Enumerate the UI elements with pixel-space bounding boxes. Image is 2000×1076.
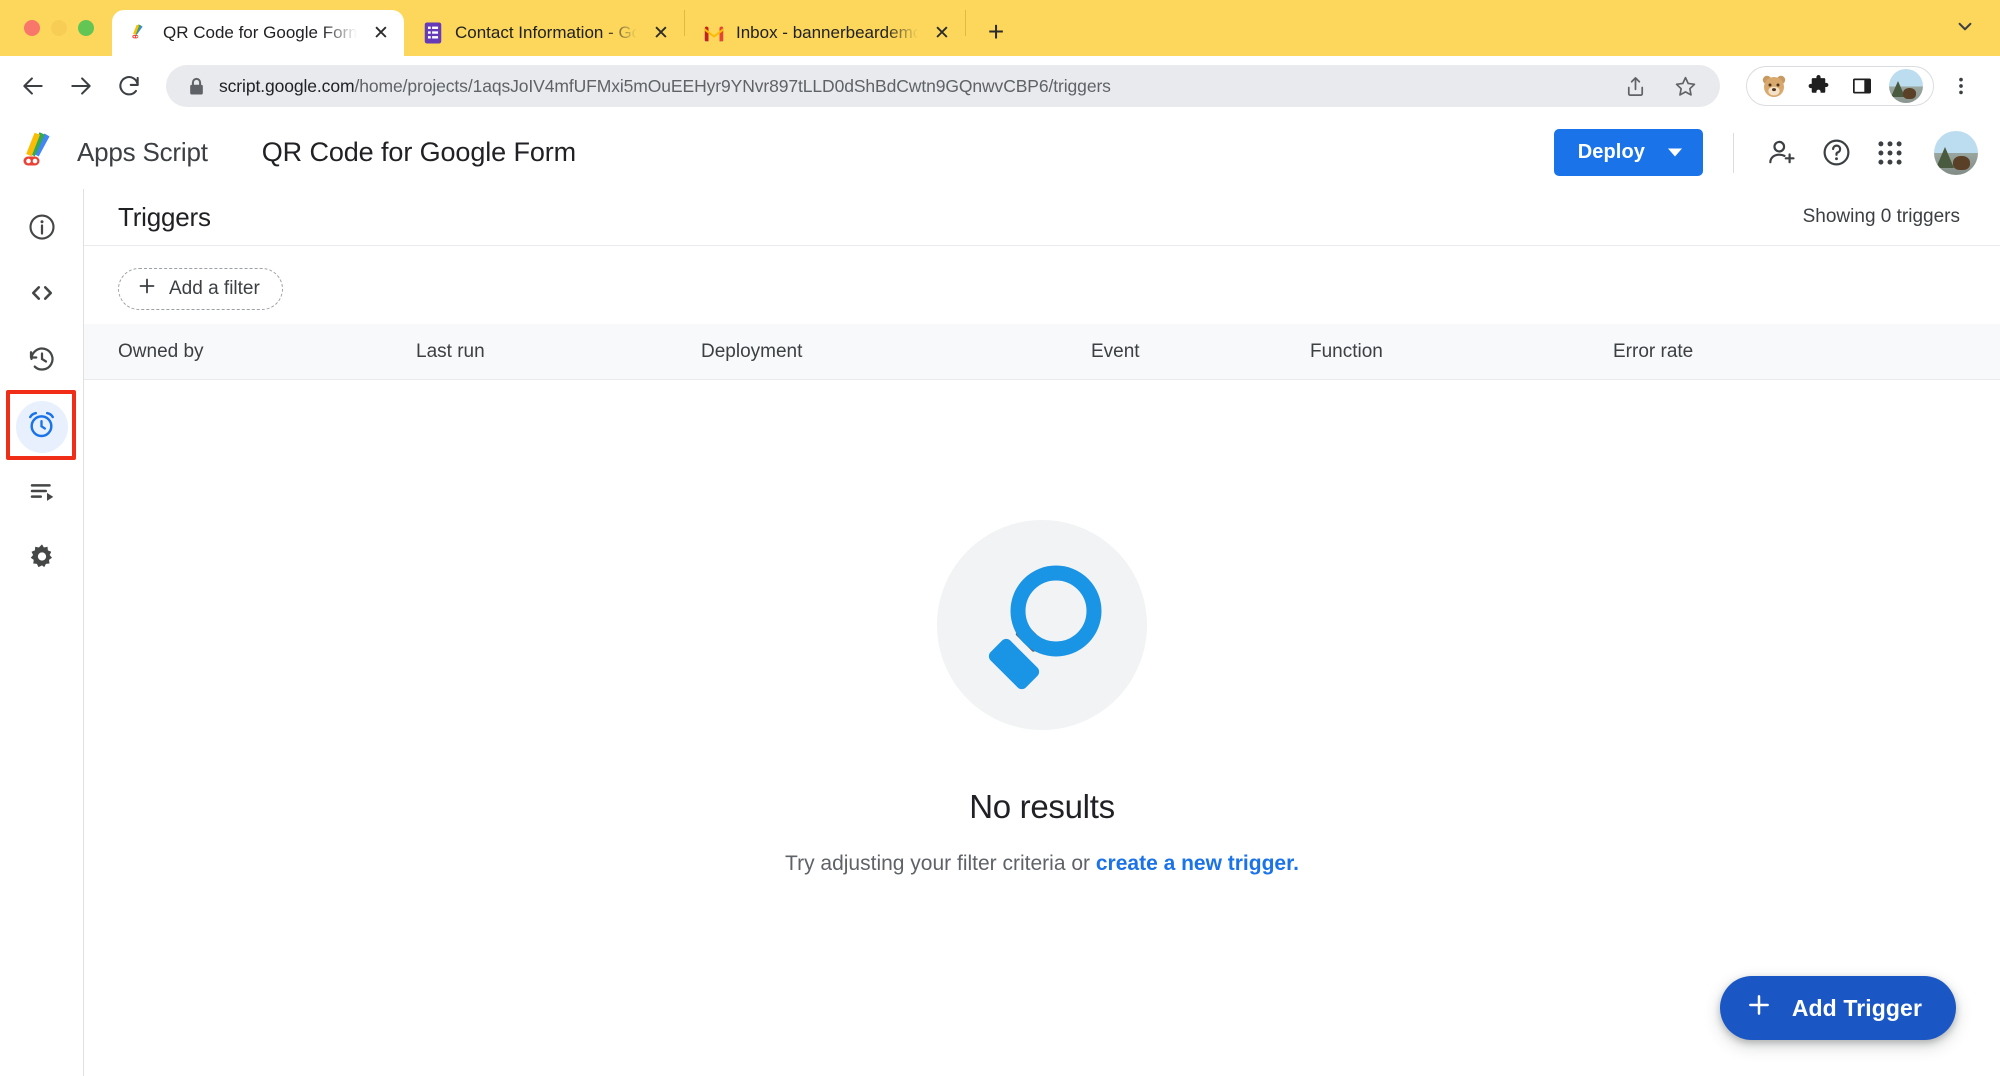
triggers-table-header: Owned by Last run Deployment Event Funct…	[84, 324, 2000, 380]
apps-script-icon	[130, 22, 152, 44]
gear-icon	[27, 542, 57, 577]
sidebar-item-overview[interactable]	[16, 203, 68, 255]
star-icon[interactable]	[1664, 65, 1706, 107]
tab-divider	[965, 10, 966, 36]
three-dot-menu-icon[interactable]	[1940, 65, 1982, 107]
bear-extension-icon[interactable]	[1753, 65, 1795, 107]
column-header-last-run[interactable]: Last run	[416, 341, 701, 363]
add-filter-button[interactable]: Add a filter	[118, 268, 283, 310]
sidebar-item-editor[interactable]	[16, 269, 68, 321]
sidebar-item-logs[interactable]	[16, 467, 68, 519]
close-tab-button[interactable]: ✕	[368, 20, 394, 46]
account-avatar[interactable]	[1934, 131, 1978, 175]
share-icon[interactable]	[1614, 65, 1656, 107]
reload-icon[interactable]	[108, 65, 150, 107]
side-panel-icon[interactable]	[1841, 65, 1883, 107]
sidebar-item-settings[interactable]	[16, 533, 68, 585]
add-filter-label: Add a filter	[169, 278, 260, 300]
sidebar	[0, 189, 84, 1076]
close-window-button[interactable]	[24, 20, 40, 36]
add-trigger-label: Add Trigger	[1792, 995, 1922, 1022]
triggers-header: Triggers Showing 0 triggers	[84, 189, 2000, 246]
sidebar-item-executions[interactable]	[16, 335, 68, 387]
browser-tab-gmail[interactable]: Inbox - bannerbeardemo@gma ✕	[685, 10, 965, 56]
browser-tab-apps-script[interactable]: QR Code for Google Form - Pr ✕	[112, 10, 404, 56]
code-brackets-icon	[27, 278, 57, 313]
url-text: script.google.com/home/projects/1aqsJoIV…	[219, 76, 1604, 97]
tab-title: Contact Information - Google F	[455, 23, 637, 43]
list-play-icon	[27, 476, 57, 511]
info-circle-icon	[27, 212, 57, 247]
empty-hint-text: Try adjusting your filter criteria or	[785, 852, 1096, 875]
brand-name: Apps Script	[77, 137, 208, 168]
plus-icon	[137, 276, 157, 302]
lock-icon[interactable]	[188, 77, 205, 96]
apps-grid-icon[interactable]	[1866, 129, 1914, 177]
plus-icon	[1746, 992, 1772, 1024]
app-header-actions: Deploy	[1554, 129, 1978, 177]
apps-script-app: Apps Script QR Code for Google Form Depl…	[0, 116, 2000, 1076]
person-add-icon[interactable]	[1758, 129, 1806, 177]
close-tab-button[interactable]: ✕	[648, 20, 674, 46]
app-header: Apps Script QR Code for Google Form Depl…	[0, 116, 2000, 189]
page-title: QR Code for Google Form	[262, 137, 576, 168]
new-tab-button[interactable]: +	[976, 12, 1016, 52]
triggers-title: Triggers	[118, 202, 211, 233]
close-tab-button[interactable]: ✕	[929, 20, 955, 46]
window-controls	[16, 0, 112, 56]
caret-down-icon	[1667, 141, 1683, 164]
url-path: /home/projects/1aqsJoIV4mfUFMxi5mOuEEHyr…	[354, 76, 1110, 96]
minimize-window-button[interactable]	[51, 20, 67, 36]
app-body: Triggers Showing 0 triggers Add a filter…	[0, 189, 2000, 1076]
filter-bar: Add a filter	[84, 246, 2000, 324]
tab-title: QR Code for Google Form - Pr	[163, 23, 357, 43]
apps-script-logo	[20, 131, 64, 174]
empty-hint: Try adjusting your filter criteria or cr…	[785, 852, 1299, 876]
chevron-down-icon[interactable]	[1952, 13, 1978, 44]
header-divider	[1733, 133, 1734, 173]
main-content: Triggers Showing 0 triggers Add a filter…	[84, 189, 2000, 1076]
google-forms-icon	[422, 22, 444, 44]
tab-strip-right	[1952, 0, 2000, 56]
deploy-label: Deploy	[1578, 141, 1645, 164]
address-bar[interactable]: script.google.com/home/projects/1aqsJoIV…	[166, 65, 1720, 107]
browser-toolbar: script.google.com/home/projects/1aqsJoIV…	[0, 56, 2000, 116]
column-header-deployment[interactable]: Deployment	[701, 341, 1091, 363]
column-header-function[interactable]: Function	[1310, 341, 1613, 363]
magnifying-glass-illustration	[937, 520, 1147, 730]
extensions-pill	[1746, 66, 1934, 106]
help-circle-icon[interactable]	[1812, 129, 1860, 177]
forward-arrow-icon[interactable]	[60, 65, 102, 107]
sidebar-item-triggers[interactable]	[16, 401, 68, 453]
puzzle-piece-icon[interactable]	[1797, 65, 1839, 107]
gmail-icon	[703, 22, 725, 44]
column-header-owned-by[interactable]: Owned by	[118, 341, 416, 363]
tab-title: Inbox - bannerbeardemo@gma	[736, 23, 918, 43]
deploy-button[interactable]: Deploy	[1554, 129, 1703, 176]
alarm-clock-icon	[26, 409, 57, 445]
empty-state: No results Try adjusting your filter cri…	[84, 380, 2000, 1076]
maximize-window-button[interactable]	[78, 20, 94, 36]
showing-count: Showing 0 triggers	[1803, 206, 1960, 228]
empty-heading: No results	[969, 788, 1115, 826]
create-new-trigger-link[interactable]: create a new trigger.	[1096, 852, 1299, 875]
profile-avatar[interactable]	[1885, 65, 1927, 107]
back-arrow-icon[interactable]	[12, 65, 54, 107]
add-trigger-button[interactable]: Add Trigger	[1720, 976, 1956, 1040]
brand-area[interactable]: Apps Script	[20, 131, 208, 174]
browser-tab-google-forms[interactable]: Contact Information - Google F ✕	[404, 10, 684, 56]
browser-window: QR Code for Google Form - Pr ✕ Contact I…	[0, 0, 2000, 1076]
tab-strip: QR Code for Google Form - Pr ✕ Contact I…	[0, 0, 2000, 56]
column-header-event[interactable]: Event	[1091, 341, 1310, 363]
url-domain: script.google.com	[219, 76, 354, 96]
column-header-error-rate[interactable]: Error rate	[1613, 341, 1833, 363]
history-clock-icon	[27, 344, 57, 379]
